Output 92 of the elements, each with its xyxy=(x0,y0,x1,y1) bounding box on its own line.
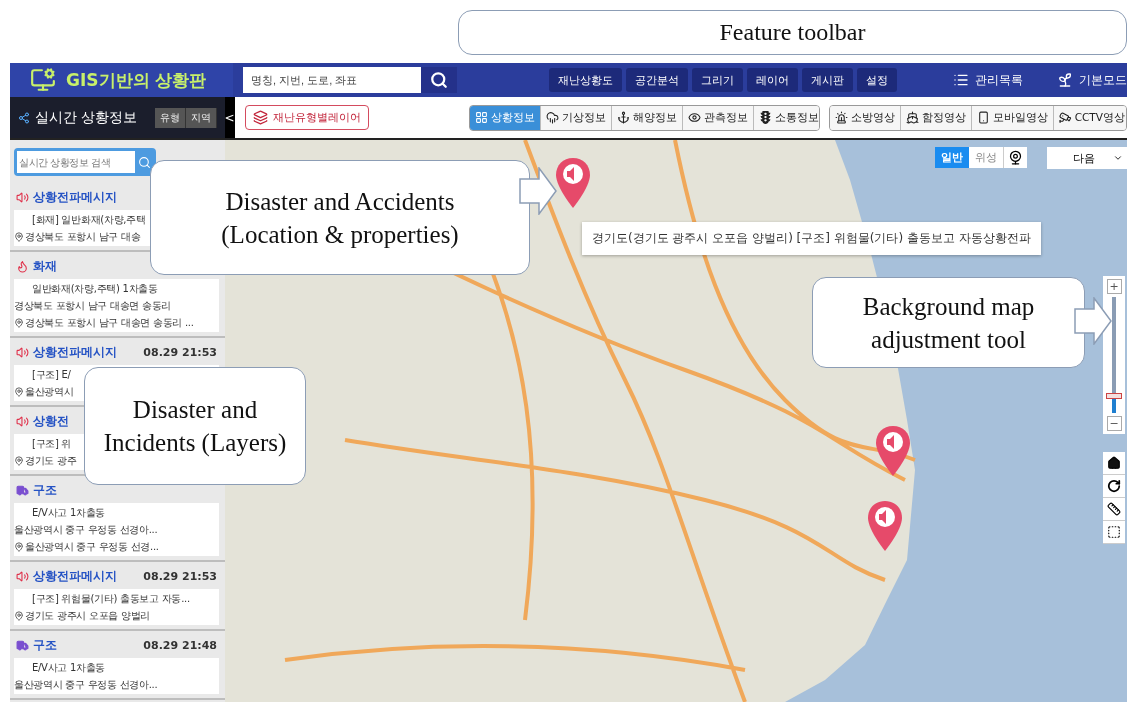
share-icon xyxy=(18,111,30,124)
menu-button[interactable]: 공간분석 xyxy=(626,68,688,92)
list-icon xyxy=(953,72,969,88)
item-location: 경기도 광주시 오포읍 양벌리 xyxy=(25,609,151,623)
item-text: [구조] 위 xyxy=(31,437,72,451)
item-time: 08.29 21:53 xyxy=(143,345,217,359)
pin-icon xyxy=(14,231,24,242)
speaker-icon xyxy=(16,569,29,583)
item-text: [화재] 일반화재(차량,주택 xyxy=(31,213,146,227)
header-link[interactable]: 기본모드 xyxy=(1057,71,1127,89)
item-text: 경상북도 포항시 남구 대송면 송동리 xyxy=(14,299,171,313)
cloud-rain-icon xyxy=(545,111,559,124)
menu-button[interactable]: 그리기 xyxy=(692,68,743,92)
zoom-slider[interactable] xyxy=(1106,297,1122,413)
item-title[interactable]: 구조 xyxy=(33,481,57,499)
video-button[interactable]: 소방영상 xyxy=(829,105,901,130)
callout-box: Feature toolbar xyxy=(458,10,1127,55)
sprout-icon xyxy=(1057,72,1073,88)
zoom-in-button[interactable]: + xyxy=(1106,279,1122,294)
item-text: E/V사고 1차출동 xyxy=(31,506,106,520)
speaker-icon xyxy=(16,190,29,204)
pin-icon xyxy=(14,541,24,552)
item-location: 울산광역시 중구 우정동 선경... xyxy=(25,540,159,554)
ruler-icon xyxy=(1107,502,1121,516)
refresh-icon xyxy=(1107,479,1121,493)
traffic-light-icon xyxy=(758,111,772,124)
pin-icon xyxy=(14,455,24,466)
item-location: 경상북도 포항시 남구 대송 xyxy=(25,230,141,244)
smartphone-icon xyxy=(976,111,990,124)
item-title[interactable]: 상황전파메시지 xyxy=(33,567,117,585)
callout-box: Disaster and Incidents (Layers) xyxy=(84,367,306,485)
filter-button[interactable]: 지역 xyxy=(185,107,217,128)
layer-button[interactable]: 재난유형별레이어 xyxy=(244,105,369,130)
item-title[interactable]: 상황전 xyxy=(33,412,69,430)
map-tooltip: 경기도(경기도 광주시 오포읍 양벌리) [구조] 위험물(기타) 출동보고 자동상황전파 xyxy=(582,222,1041,255)
map-provider-dropdown[interactable]: 다음 xyxy=(1047,147,1127,169)
webcam-icon xyxy=(1008,150,1023,165)
item-text: [구조] E/ xyxy=(31,368,71,382)
layers-icon xyxy=(252,110,268,125)
callout-box: Disaster and Accidents (Location & properties) xyxy=(150,160,530,275)
item-title[interactable]: 구조 xyxy=(33,636,57,654)
alert-pin-icon[interactable] xyxy=(868,501,902,551)
item-location: 울산광역시 xyxy=(25,385,74,399)
truck-icon xyxy=(16,483,29,497)
panel-title: 실시간 상황정보 xyxy=(35,108,138,127)
item-title[interactable]: 상황전파메시지 xyxy=(33,343,117,361)
ship-icon xyxy=(905,111,919,124)
item-location: 경기도 광주 xyxy=(25,454,77,468)
app-title: GIS기반의 상황판 xyxy=(66,68,207,92)
menu-button[interactable]: 재난상황도 xyxy=(549,68,622,92)
siren-icon xyxy=(834,111,848,124)
search-field[interactable]: 명칭, 지번, 도로, 좌표 xyxy=(243,67,421,93)
alert-pin-icon[interactable] xyxy=(556,158,590,208)
alert-pin-icon[interactable] xyxy=(876,426,910,476)
speaker-icon xyxy=(16,414,29,428)
item-text: 일반화재(차량,주택) 1차출동 xyxy=(31,282,158,296)
flame-icon xyxy=(16,259,29,273)
search-button[interactable] xyxy=(421,67,457,93)
eye-icon xyxy=(687,111,701,124)
collapse-button[interactable]: < xyxy=(224,97,235,138)
pin-icon xyxy=(14,317,24,328)
item-time: 08.29 21:53 xyxy=(143,569,217,583)
truck-icon xyxy=(16,638,29,652)
search-icon xyxy=(430,71,448,89)
item-location: 경상북도 포항시 남구 대송면 송동리 ... xyxy=(25,316,194,330)
item-time: 08.29 21:48 xyxy=(143,638,217,652)
menu-button[interactable]: 레이어 xyxy=(747,68,798,92)
header-link[interactable]: 관리목록 xyxy=(953,71,1023,89)
zoom-thumb[interactable] xyxy=(1106,392,1122,399)
callout-box: Background map adjustment tool xyxy=(812,277,1085,368)
item-text: E/V사고 1차출동 xyxy=(31,661,106,675)
home-icon xyxy=(1107,456,1121,470)
item-title[interactable]: 화재 xyxy=(33,257,57,275)
zoom-out-button[interactable]: − xyxy=(1106,416,1122,431)
pin-icon xyxy=(14,610,24,621)
filter-button[interactable]: 유형 xyxy=(154,107,186,128)
search-icon xyxy=(137,155,151,169)
item-title[interactable]: 상황전파메시지 xyxy=(33,188,117,206)
anchor-icon xyxy=(616,111,630,124)
speaker-icon xyxy=(16,345,29,359)
dashed-square-icon xyxy=(1107,525,1121,539)
grid-icon xyxy=(474,111,488,124)
monitor-gear-icon xyxy=(30,67,56,93)
item-text: 울산광역시 중구 우정동 선경아... xyxy=(14,523,158,537)
cctv-camera-icon xyxy=(1058,111,1072,124)
search-field[interactable]: 실시간 상황정보 검색 xyxy=(14,148,156,176)
menu-button[interactable]: 게시판 xyxy=(802,68,853,92)
pin-icon xyxy=(14,386,24,397)
item-text: 울산광역시 중구 우정동 선경아... xyxy=(14,678,158,692)
menu-button[interactable]: 설정 xyxy=(857,68,897,92)
item-text: [구조] 위험물(기타) 출동보고 자동... xyxy=(31,592,190,606)
caret-icon xyxy=(1113,153,1123,163)
